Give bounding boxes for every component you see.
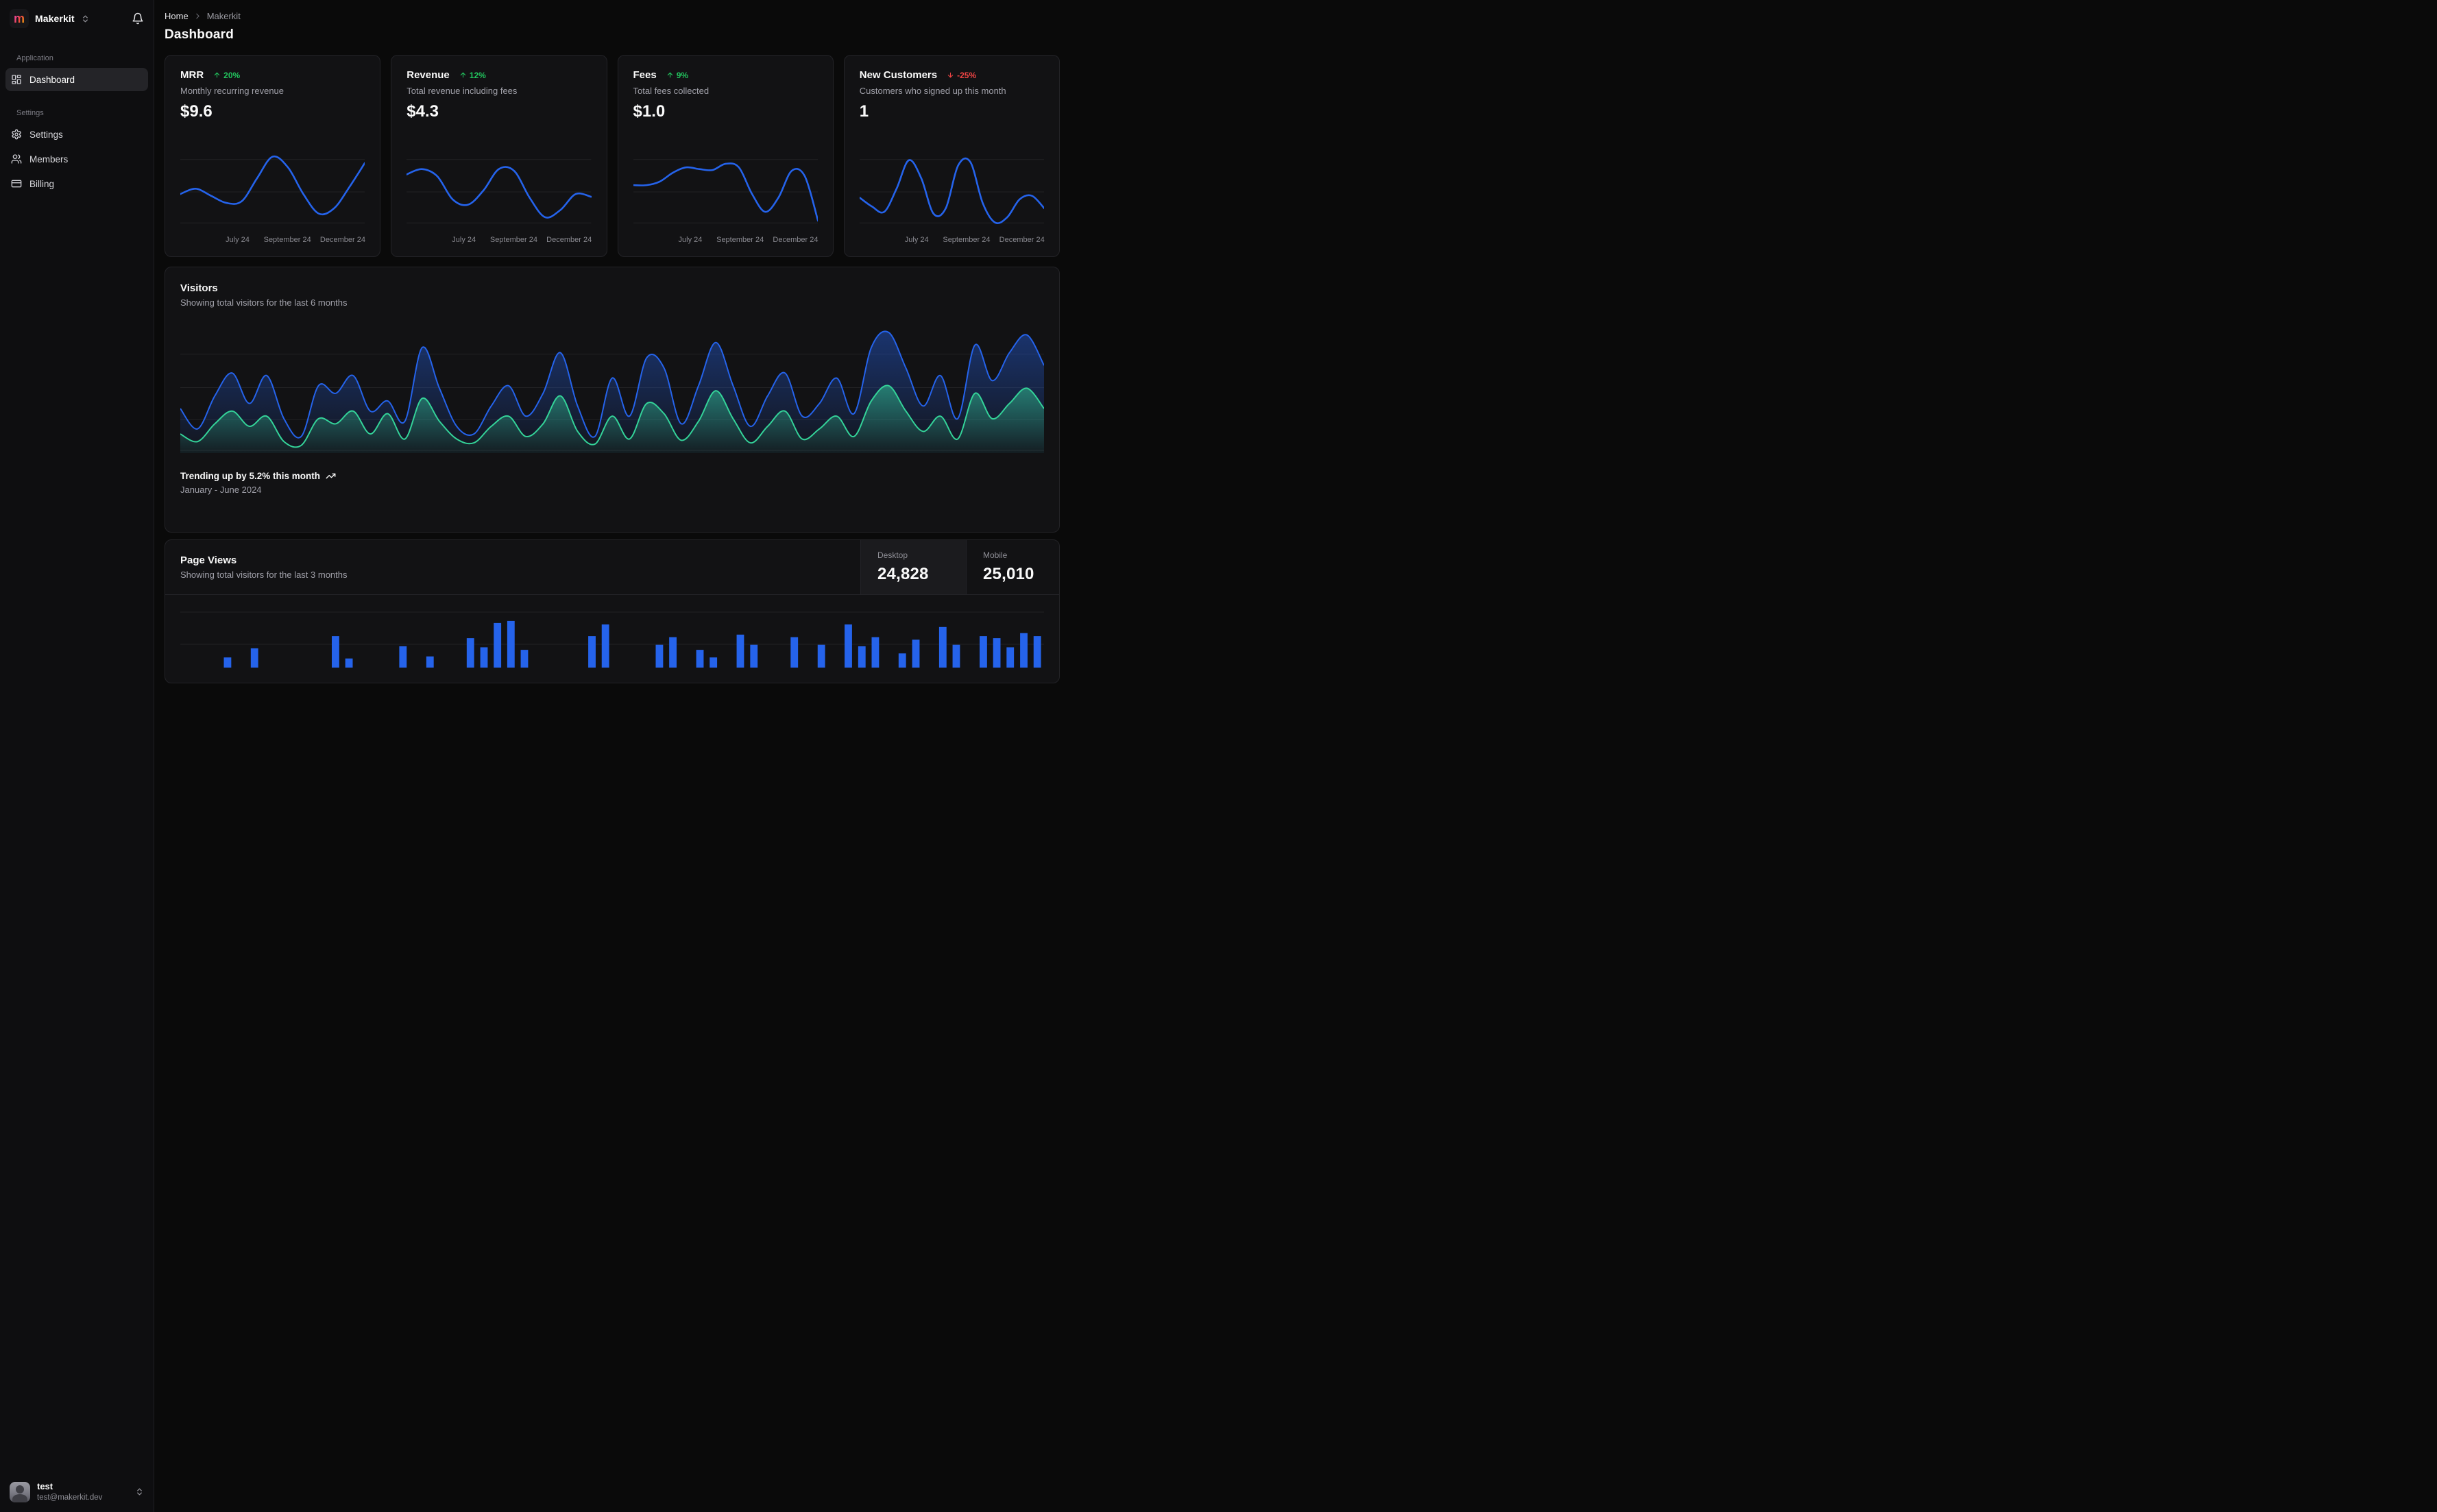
gear-icon xyxy=(11,129,22,140)
sidebar-item-members[interactable]: Members xyxy=(5,147,148,171)
page-views-header: Page Views Showing total visitors for th… xyxy=(165,540,1059,595)
trend-badge: 20% xyxy=(213,71,240,80)
users-icon xyxy=(11,154,22,164)
page-views-title: Page Views xyxy=(180,554,237,566)
trending-up-icon xyxy=(326,471,336,481)
visitors-period: January - June 2024 xyxy=(180,485,262,495)
chevrons-up-down-icon xyxy=(81,14,90,23)
stat-subtitle: Customers who signed up this month xyxy=(859,86,1006,96)
page-views-card: Page Views Showing total visitors for th… xyxy=(165,539,1060,683)
chevron-right-icon xyxy=(193,12,202,21)
stat-card-mrr: MRR 20% Monthly recurring revenue $9.6 J… xyxy=(165,55,381,257)
page-views-subtitle: Showing total visitors for the last 3 mo… xyxy=(180,570,348,580)
trend-badge: 12% xyxy=(459,71,486,80)
page-title: Dashboard xyxy=(165,27,234,42)
toggle-desktop-label: Desktop xyxy=(877,550,908,560)
sidebar-item-billing[interactable]: Billing xyxy=(5,172,148,195)
credit-card-icon xyxy=(11,178,22,189)
trend-badge: -25% xyxy=(947,71,976,80)
stat-subtitle: Total revenue including fees xyxy=(407,86,518,96)
fees-sparkline-chart[interactable] xyxy=(633,150,818,231)
x-tick: July 24 xyxy=(904,236,929,244)
user-meta: test test@makerkit.dev xyxy=(37,1481,102,1502)
stat-title: MRR xyxy=(180,69,204,81)
sparkline-x-axis: July 24 September 24 December 24 xyxy=(633,236,819,247)
user-email: test@makerkit.dev xyxy=(37,1493,103,1502)
stat-value: $1.0 xyxy=(633,102,666,121)
visitors-subtitle: Showing total visitors for the last 6 mo… xyxy=(180,297,348,308)
x-tick: December 24 xyxy=(773,236,819,244)
x-tick: September 24 xyxy=(489,236,537,244)
user-name: test xyxy=(37,1481,53,1492)
stat-value: $4.3 xyxy=(407,102,439,121)
stat-title: New Customers xyxy=(859,69,938,81)
stat-title: Fees xyxy=(633,69,657,81)
sidebar-item-label: Settings xyxy=(29,129,63,140)
workspace-selector[interactable]: m Makerkit xyxy=(0,0,154,36)
x-tick: September 24 xyxy=(943,236,991,244)
stat-subtitle: Total fees collected xyxy=(633,86,710,96)
workspace-name: Makerkit xyxy=(35,13,75,24)
arrow-up-icon xyxy=(666,71,674,79)
sidebar-item-settings[interactable]: Settings xyxy=(5,123,148,146)
x-tick: September 24 xyxy=(716,236,764,244)
sparkline-x-axis: July 24 September 24 December 24 xyxy=(180,236,365,247)
x-tick: December 24 xyxy=(319,236,365,244)
sparkline-x-axis: July 24 September 24 December 24 xyxy=(407,236,592,247)
new-customers-sparkline-chart[interactable] xyxy=(860,150,1044,231)
layout-dashboard-icon xyxy=(11,74,22,85)
toggle-mobile-label: Mobile xyxy=(983,550,1008,560)
trend-badge: 9% xyxy=(666,71,688,80)
stat-value: 1 xyxy=(859,102,869,121)
x-tick: July 24 xyxy=(452,236,476,244)
breadcrumb-current: Makerkit xyxy=(206,11,241,21)
user-avatar xyxy=(10,1481,30,1502)
chevrons-up-down-icon xyxy=(135,1487,144,1496)
visitors-footer: Trending up by 5.2% this month January -… xyxy=(180,471,1044,495)
visitors-area-chart[interactable] xyxy=(180,319,1044,453)
user-menu[interactable]: test test@makerkit.dev xyxy=(0,1473,154,1512)
x-tick: December 24 xyxy=(546,236,592,244)
x-tick: December 24 xyxy=(999,236,1045,244)
visitors-card: Visitors Showing total visitors for the … xyxy=(165,267,1060,533)
stat-value: $9.6 xyxy=(180,102,213,121)
x-tick: July 24 xyxy=(678,236,703,244)
sparkline-x-axis: July 24 September 24 December 24 xyxy=(860,236,1045,247)
stat-card-new-customers: New Customers -25% Customers who signed … xyxy=(843,55,1060,257)
visitors-trend-text: Trending up by 5.2% this month xyxy=(180,471,321,481)
stat-subtitle: Monthly recurring revenue xyxy=(180,86,284,96)
x-tick: September 24 xyxy=(263,236,311,244)
arrow-up-icon xyxy=(213,71,221,79)
main-content: Home Makerkit Dashboard MRR 20% Monthly … xyxy=(154,0,1075,683)
x-tick: July 24 xyxy=(226,236,250,244)
nav-section-application: Application xyxy=(16,54,53,62)
toggle-mobile[interactable]: Mobile 25,010 xyxy=(966,540,1059,594)
breadcrumb-home-link[interactable]: Home xyxy=(165,11,189,21)
sidebar-item-dashboard[interactable]: Dashboard xyxy=(5,68,148,91)
toggle-desktop-value: 24,828 xyxy=(877,565,929,583)
nav-section-settings: Settings xyxy=(16,109,44,117)
makerkit-logo: m xyxy=(10,9,29,28)
sidebar-nav: Application Dashboard Settings Settings … xyxy=(0,54,154,195)
sidebar-item-label: Members xyxy=(29,154,69,164)
toggle-desktop[interactable]: Desktop 24,828 xyxy=(860,540,966,594)
breadcrumb: Home Makerkit xyxy=(165,11,1060,21)
stat-card-fees: Fees 9% Total fees collected $1.0 July 2… xyxy=(617,55,834,257)
mrr-sparkline-chart[interactable] xyxy=(180,150,365,231)
revenue-sparkline-chart[interactable] xyxy=(407,150,591,231)
stat-card-revenue: Revenue 12% Total revenue including fees… xyxy=(391,55,607,257)
arrow-down-icon xyxy=(947,71,954,79)
toggle-mobile-value: 25,010 xyxy=(983,565,1034,583)
page-views-bar-chart[interactable] xyxy=(180,596,1044,668)
sidebar-item-label: Dashboard xyxy=(29,74,75,85)
arrow-up-icon xyxy=(459,71,467,79)
stat-card-grid: MRR 20% Monthly recurring revenue $9.6 J… xyxy=(165,55,1060,257)
stat-title: Revenue xyxy=(407,69,450,81)
sidebar: m Makerkit Application Dashboard Setting… xyxy=(0,0,154,1512)
bell-icon[interactable] xyxy=(132,12,144,25)
sidebar-item-label: Billing xyxy=(29,178,55,189)
visitors-title: Visitors xyxy=(180,282,218,294)
